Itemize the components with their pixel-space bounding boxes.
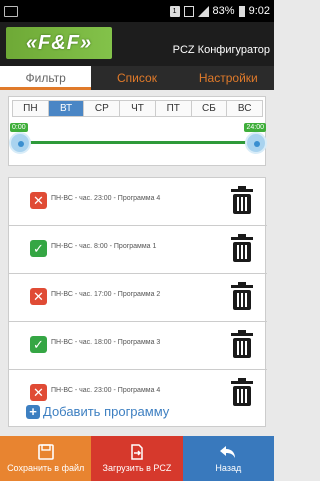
add-program-label: Добавить программу bbox=[43, 404, 170, 419]
data-icon bbox=[183, 5, 194, 17]
sim-icon: 1 bbox=[169, 5, 180, 17]
trash-icon[interactable] bbox=[231, 234, 253, 262]
tab-filter[interactable]: Фильтр bbox=[0, 66, 92, 90]
day-thu[interactable]: ЧТ bbox=[119, 100, 156, 117]
export-icon bbox=[131, 444, 143, 460]
range-end-label: 24:00 bbox=[244, 123, 266, 132]
save-to-file-button[interactable]: Сохранить в файл bbox=[0, 436, 92, 481]
list-item[interactable]: ✓ ПН-ВС - час. 8:00 - Программа 1 bbox=[9, 226, 267, 274]
day-wed[interactable]: СР bbox=[83, 100, 121, 117]
back-button[interactable]: Назад bbox=[182, 436, 274, 481]
range-start-handle[interactable] bbox=[9, 132, 31, 154]
day-mon[interactable]: ПН bbox=[12, 100, 49, 117]
enabled-check-icon[interactable]: ✓ bbox=[30, 336, 47, 353]
program-text: ПН-ВС - час. 17:00 - Программа 2 bbox=[51, 291, 161, 298]
status-bar: 1 83% 9:02 bbox=[0, 0, 274, 22]
clock: 9:02 bbox=[248, 5, 270, 17]
tab-list[interactable]: Список bbox=[91, 66, 182, 90]
tab-bar: Фильтр Список Настройки bbox=[0, 66, 274, 90]
day-fri[interactable]: ПТ bbox=[154, 100, 192, 117]
program-text: ПН-ВС - час. 23:00 - Программа 4 bbox=[51, 387, 161, 394]
signal-icon bbox=[197, 5, 209, 17]
disabled-x-icon[interactable]: ✕ bbox=[30, 384, 47, 401]
program-text: ПН-ВС - час. 8:00 - Программа 1 bbox=[51, 243, 157, 250]
day-selector: ПН ВТ СР ЧТ ПТ СБ ВС bbox=[12, 100, 264, 117]
app-bar: «F&F» PCZ Конфигуратор bbox=[0, 22, 274, 66]
trash-icon[interactable] bbox=[231, 282, 253, 310]
back-arrow-icon bbox=[220, 446, 236, 458]
floppy-icon bbox=[37, 444, 54, 460]
list-item[interactable]: ✕ ПН-ВС - час. 17:00 - Программа 2 bbox=[9, 274, 267, 322]
app-logo: «F&F» bbox=[6, 27, 112, 59]
status-bar-right: 1 83% 9:02 bbox=[169, 5, 270, 17]
program-text: ПН-ВС - час. 18:00 - Программа 3 bbox=[51, 339, 161, 346]
save-label: Сохранить в файл bbox=[7, 463, 85, 473]
time-range-slider: 0:00 24:00 bbox=[9, 123, 267, 163]
day-sat[interactable]: СБ bbox=[190, 100, 228, 117]
list-item[interactable]: ✕ ПН-ВС - час. 23:00 - Программа 4 bbox=[9, 178, 267, 226]
tab-settings[interactable]: Настройки bbox=[183, 66, 274, 90]
day-tue[interactable]: ВТ bbox=[47, 100, 85, 117]
day-sun[interactable]: ВС bbox=[226, 100, 264, 117]
upload-to-pcz-button[interactable]: Загрузить в PCZ bbox=[91, 436, 183, 481]
range-end-handle[interactable] bbox=[245, 132, 267, 154]
battery-percent: 83% bbox=[212, 5, 235, 17]
program-list: ✕ ПН-ВС - час. 23:00 - Программа 4 ✓ ПН-… bbox=[8, 177, 267, 427]
trash-icon[interactable] bbox=[231, 186, 253, 214]
program-text: ПН-ВС - час. 23:00 - Программа 4 bbox=[51, 195, 161, 202]
bottom-action-bar: Сохранить в файл Загрузить в PCZ Назад bbox=[0, 436, 274, 481]
day-filter-card: ПН ВТ СР ЧТ ПТ СБ ВС 0:00 24:00 bbox=[8, 96, 267, 166]
screenshot-icon bbox=[4, 5, 18, 17]
app-title: PCZ Конфигуратор bbox=[172, 44, 270, 56]
trash-icon[interactable] bbox=[231, 378, 253, 406]
disabled-x-icon[interactable]: ✕ bbox=[30, 288, 47, 305]
disabled-x-icon[interactable]: ✕ bbox=[30, 192, 47, 209]
back-label: Назад bbox=[215, 463, 242, 473]
enabled-check-icon[interactable]: ✓ bbox=[30, 240, 47, 257]
range-track bbox=[21, 141, 255, 144]
range-start-label: 0:00 bbox=[10, 123, 28, 132]
battery-icon bbox=[238, 5, 245, 17]
add-program-button[interactable]: + Добавить программу bbox=[26, 404, 169, 419]
list-item[interactable]: ✓ ПН-ВС - час. 18:00 - Программа 3 bbox=[9, 322, 267, 370]
plus-icon: + bbox=[26, 404, 40, 419]
load-label: Загрузить в PCZ bbox=[102, 463, 172, 473]
trash-icon[interactable] bbox=[231, 330, 253, 358]
